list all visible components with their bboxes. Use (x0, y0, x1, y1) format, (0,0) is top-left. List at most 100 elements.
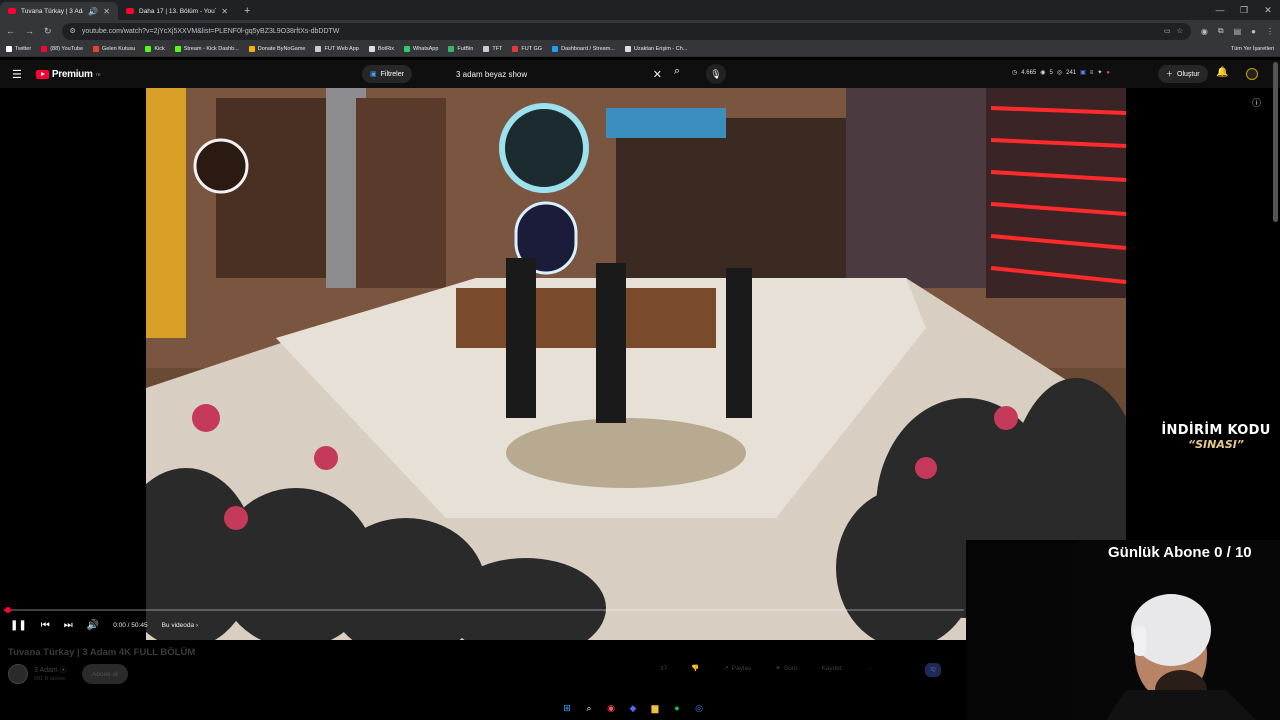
extensions-puzzle-icon[interactable]: ⧉ (1218, 26, 1224, 36)
bookmark-favicon-icon (624, 46, 631, 52)
discord-icon[interactable]: ◆ (626, 701, 640, 715)
pin-icon[interactable]: ✦ (1097, 69, 1102, 76)
bookmark-star-icon[interactable]: ☆ (1177, 27, 1183, 35)
bookmark-favicon-icon (552, 46, 559, 52)
subscriber-goal-overlay: Günlük Abone 0 / 10 (1108, 544, 1252, 561)
bookmark-item[interactable]: Twitter (6, 46, 31, 52)
youtube-favicon-icon (126, 8, 134, 14)
url-text: youtube.com/watch?v=2jYcXj5XXVM&list=PLE… (81, 27, 340, 35)
close-window-icon[interactable]: ✕ (1256, 0, 1280, 20)
next-icon[interactable]: ⏭ (64, 620, 73, 631)
bookmark-favicon-icon (145, 46, 152, 52)
tab-close-icon[interactable]: ✕ (103, 7, 110, 16)
tab-close-icon[interactable]: ✕ (221, 7, 228, 16)
save-button[interactable]: Kaydet (821, 665, 841, 672)
spotify-icon[interactable]: ● (670, 701, 684, 715)
like-button[interactable]: 37 (660, 665, 667, 672)
search-query: 3 adam beyaz show (456, 69, 528, 79)
browser-tab-active[interactable]: Tuvana Türkay | 3 Adam 4K 🔊 ✕ (0, 2, 118, 20)
cast-icon[interactable]: ▭ (1164, 27, 1171, 35)
pause-icon[interactable]: ❚❚ (10, 620, 27, 631)
extension-badge-icon[interactable]: IQ (925, 663, 941, 677)
new-tab-button[interactable]: + (236, 2, 258, 20)
account-avatar[interactable] (1246, 68, 1258, 80)
notifications-bell-icon[interactable]: 🔔 (1216, 67, 1228, 78)
video-actions: 37 👎 ↗ Paylaş ✦ Sorü Kaydet ··· (660, 664, 873, 673)
bookmark-label: Uzaktan Erişim - Ch... (633, 46, 688, 52)
bookmark-item[interactable]: FUT Web App (315, 46, 359, 52)
ask-button[interactable]: ✦ Sorü (775, 664, 797, 673)
page-scrollbar[interactable] (1273, 62, 1278, 222)
bookmark-item[interactable]: Stream - Kick Dashb... (174, 46, 239, 52)
extension-icon[interactable]: ◉ (1201, 27, 1208, 36)
browser-tab[interactable]: Daha 17 | 13. Bölüm - YouTube ✕ (118, 2, 236, 20)
bookmark-item[interactable]: TFT (483, 46, 502, 52)
speaker-icon[interactable]: 🔊 (88, 7, 98, 16)
channel-name[interactable]: 3 Adam ⦿ (34, 665, 67, 675)
volume-icon[interactable]: 🔊 (87, 620, 99, 631)
maximize-icon[interactable]: ❐ (1232, 0, 1256, 20)
menu-dots-icon[interactable]: ⋮ (1266, 27, 1274, 36)
bookmark-item[interactable]: Kick (145, 46, 165, 52)
profile-icon[interactable]: ● (1251, 27, 1256, 36)
chapter-button[interactable]: Bu videoda › (162, 622, 199, 629)
bookmark-item[interactable]: Donate ByNoGame (248, 46, 305, 52)
more-actions-icon[interactable]: ··· (866, 665, 873, 672)
subscribe-button[interactable]: Abone ol (82, 664, 128, 684)
reload-icon[interactable]: ↻ (44, 26, 52, 37)
youtube-logo[interactable]: Premium TR (35, 69, 101, 80)
bookmark-item[interactable]: Uzaktan Erişim - Ch... (624, 46, 688, 52)
progress-bar[interactable] (4, 607, 964, 613)
stat-c: 241 (1066, 69, 1077, 76)
back-icon[interactable]: ← (6, 26, 15, 36)
bookmark-label: Twitter (15, 46, 32, 52)
bookmark-label: Kick (154, 46, 165, 52)
address-bar[interactable]: ⚙ youtube.com/watch?v=2jYcXj5XXVM&list=P… (61, 22, 1191, 40)
bookmark-item[interactable]: FUT GG (512, 46, 542, 52)
bookmark-item[interactable]: BotRix (368, 46, 394, 52)
all-bookmarks-button[interactable]: Tüm Yer İşaretleri (1231, 46, 1274, 52)
bookmark-item[interactable]: Gelen Kutusu (93, 46, 135, 52)
webcam-feed (966, 540, 1280, 720)
player-controls: ❚❚ ⏮ ⏭ 🔊 0:00 / 50:45 Bu videoda › (0, 614, 960, 636)
microphone-icon[interactable]: 🎙 (706, 64, 726, 84)
extension-stats: ◷ 4.665 ◉ 5 ◎ 241 ▣ ≡ ✦ ● (1012, 69, 1110, 77)
share-button[interactable]: ↗ Paylaş (723, 664, 751, 673)
save-label: Kaydet (821, 664, 842, 672)
extension-badge-icon[interactable]: ▣ (1080, 69, 1086, 76)
minimize-icon[interactable]: — (1208, 0, 1232, 20)
windows-start-icon[interactable]: ⊞ (560, 701, 574, 715)
search-icon[interactable]: ⌕ (674, 65, 680, 78)
channel-avatar[interactable] (8, 664, 28, 684)
promo-line-1: İNDİRİM KODU (1161, 423, 1271, 438)
bookmark-item[interactable]: Dashboard / Stream... (552, 46, 615, 52)
dislike-icon[interactable]: 👎 (691, 664, 699, 672)
tab-title: Tuvana Türkay | 3 Adam 4K (21, 7, 83, 15)
list-icon[interactable]: ≡ (1090, 70, 1094, 76)
time-display: 0:00 / 50:45 (113, 621, 148, 629)
search-icon[interactable]: ⌕ (582, 701, 596, 715)
previous-icon[interactable]: ⏮ (41, 620, 50, 631)
menu-icon[interactable]: ☰ (12, 68, 22, 81)
bookmark-item[interactable]: WhatsApp (404, 46, 438, 52)
clear-search-icon[interactable]: ✕ (653, 68, 662, 81)
plus-icon: ＋ (1166, 71, 1173, 78)
site-info-icon[interactable]: ⚙ (70, 27, 76, 35)
search-input[interactable]: 3 adam beyaz show ✕ (448, 64, 670, 84)
sparkle-icon: ✦ (775, 665, 781, 672)
progress-scrubber[interactable] (4, 607, 11, 613)
video-info-icon[interactable]: ⓘ (1252, 96, 1261, 109)
forward-icon[interactable]: → (25, 26, 34, 36)
app-icon[interactable]: ◉ (604, 701, 618, 715)
bookmark-item[interactable]: FutBin (448, 46, 473, 52)
sidebar-icon[interactable]: ▤ (1234, 27, 1242, 36)
bookmark-item[interactable]: (88) YouTube (41, 46, 83, 52)
stat-a: 4.665 (1021, 69, 1037, 76)
chrome-icon[interactable]: ◎ (692, 701, 706, 715)
create-button[interactable]: ＋ Oluştur (1158, 65, 1208, 83)
folder-icon[interactable]: ▆ (648, 701, 662, 715)
video-title: Tuvana Türkay | 3 Adam 4K FULL BÖLÜM (8, 647, 196, 658)
bookmark-favicon-icon (248, 46, 255, 52)
alert-icon[interactable]: ● (1106, 70, 1110, 76)
filters-button[interactable]: ▣ Filtreler (362, 65, 412, 83)
